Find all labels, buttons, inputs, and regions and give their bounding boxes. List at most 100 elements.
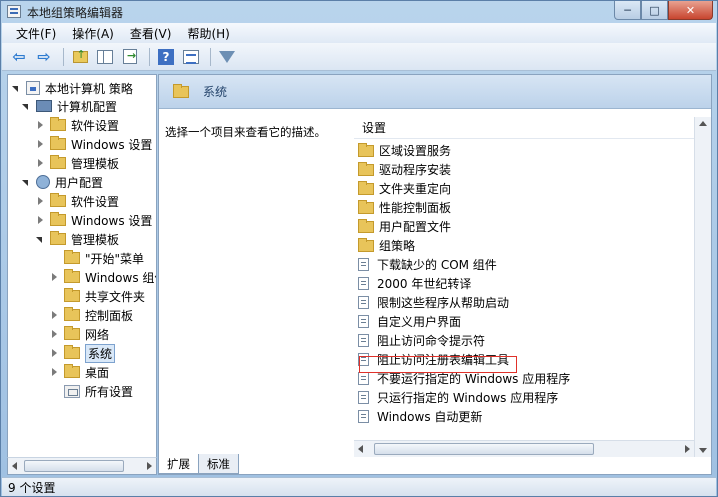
toolbar-separator [149, 47, 150, 66]
tree-item-network[interactable]: 网络 [50, 325, 109, 343]
tree-item-admin-templates[interactable]: 管理模板 [36, 154, 119, 172]
scroll-left-icon[interactable] [12, 462, 17, 470]
list-item-driver-install[interactable]: 驱动程序安装 [358, 160, 451, 179]
menu-help[interactable]: 帮助(H) [179, 25, 237, 42]
list-item-com-components[interactable]: 下载缺少的 COM 组件 [358, 255, 497, 274]
forward-button[interactable]: ⇨ [33, 47, 55, 67]
tree-item-user-config[interactable]: 用户配置 [22, 173, 103, 191]
tree-item-system[interactable]: 系统 [50, 343, 116, 363]
title-bar[interactable]: 本地组策略编辑器 ─ □ ✕ [1, 1, 717, 23]
list-item-performance-panel[interactable]: 性能控制面板 [358, 198, 451, 217]
expand-icon[interactable] [50, 367, 59, 377]
back-button[interactable]: ⇦ [8, 47, 30, 67]
collapse-icon[interactable] [12, 84, 21, 93]
tree-item-shared-folders[interactable]: 共享文件夹 [50, 287, 145, 305]
collapse-icon[interactable] [22, 178, 31, 187]
menu-file[interactable]: 文件(F) [8, 25, 64, 42]
tree-item-label: "开始"菜单 [85, 251, 145, 266]
expand-icon[interactable] [50, 272, 59, 282]
menu-view[interactable]: 查看(V) [122, 25, 180, 42]
toolbar-separator [210, 47, 211, 66]
setting-icon [358, 410, 369, 423]
tree-item-windows-settings[interactable]: Windows 设置 [36, 135, 152, 153]
close-button[interactable]: ✕ [668, 1, 713, 20]
folder-icon [358, 237, 374, 252]
tree-item-desktop[interactable]: 桌面 [50, 363, 109, 381]
tree-item-label: Windows 设置 [71, 137, 153, 152]
tree-item-software-settings[interactable]: 软件设置 [36, 116, 119, 134]
column-header-setting[interactable]: 设置 [354, 117, 694, 139]
scroll-right-icon[interactable] [147, 462, 152, 470]
help-button[interactable]: ? [155, 47, 177, 67]
scroll-left-icon[interactable] [358, 445, 363, 453]
list-item-label: 阻止访问命令提示符 [377, 334, 486, 348]
collapse-icon[interactable] [22, 102, 31, 111]
tree-item-user-windows-settings[interactable]: Windows 设置 [36, 211, 152, 229]
tree-item-user-admin-templates[interactable]: 管理模板 [36, 230, 119, 248]
expand-icon[interactable] [50, 348, 59, 358]
setting-icon [358, 372, 369, 385]
list-item-folder-redirection[interactable]: 文件夹重定向 [358, 179, 451, 198]
expand-icon[interactable] [36, 215, 45, 225]
list-item-century-interpretation[interactable]: 2000 年世纪转译 [358, 274, 471, 293]
list-item-label: 下载缺少的 COM 组件 [377, 258, 497, 272]
tree-item-label: Windows 设置 [71, 213, 153, 228]
tree-item-windows-components[interactable]: Windows 组件 [50, 268, 156, 286]
tree-item-all-settings[interactable]: 所有设置 [50, 382, 133, 400]
properties-button[interactable] [180, 47, 202, 67]
details-vertical-scrollbar[interactable] [694, 117, 711, 457]
list-item-group-policy[interactable]: 组策略 [358, 236, 415, 255]
expand-icon[interactable] [36, 196, 45, 206]
collapse-icon[interactable] [36, 235, 45, 244]
list-item-label: 用户配置文件 [379, 220, 452, 234]
list-item-block-cmd[interactable]: 阻止访问命令提示符 [358, 331, 485, 350]
list-item-label: 限制这些程序从帮助启动 [377, 296, 510, 310]
setting-icon [358, 296, 369, 309]
tree-item-local-policy[interactable]: 本地计算机 策略 [12, 79, 133, 97]
folder-icon [64, 288, 80, 302]
expand-icon[interactable] [36, 120, 45, 130]
tree-item-label: 控制面板 [85, 308, 134, 323]
list-item-locale-services[interactable]: 区域设置服务 [358, 141, 451, 160]
close-icon: ✕ [685, 3, 696, 17]
expand-icon[interactable] [50, 329, 59, 339]
tree-item-user-software-settings[interactable]: 软件设置 [36, 192, 119, 210]
setting-icon [358, 334, 369, 347]
scroll-right-icon[interactable] [685, 445, 690, 453]
list-item-run-only-apps[interactable]: 只运行指定的 Windows 应用程序 [358, 388, 558, 407]
list-item-restrict-help-programs[interactable]: 限制这些程序从帮助启动 [358, 293, 509, 312]
scroll-down-icon[interactable] [699, 448, 707, 453]
tab-standard[interactable]: 标准 [198, 454, 239, 474]
filter-button[interactable] [216, 47, 238, 67]
setting-icon [358, 315, 369, 328]
expand-icon[interactable] [36, 158, 45, 168]
list-item-custom-ui[interactable]: 自定义用户界面 [358, 312, 461, 331]
minimize-button[interactable]: ─ [614, 1, 641, 20]
folder-icon [50, 212, 66, 226]
filter-icon [219, 50, 235, 63]
tree-item-label: 软件设置 [71, 118, 120, 133]
folder-icon [64, 307, 80, 321]
up-level-button[interactable] [69, 47, 91, 67]
expand-icon[interactable] [36, 139, 45, 149]
show-hide-tree-button[interactable] [94, 47, 116, 67]
scroll-thumb[interactable] [24, 460, 124, 472]
export-list-button[interactable] [119, 47, 141, 67]
console-tree: 本地计算机 策略 计算机配置 软件设置 Windows 设置 管理模板 用户配置 [7, 74, 157, 475]
tree-item-start-menu[interactable]: "开始"菜单 [50, 249, 144, 267]
list-item-auto-update[interactable]: Windows 自动更新 [358, 407, 482, 426]
maximize-button[interactable]: □ [641, 1, 668, 20]
details-horizontal-scrollbar[interactable] [354, 440, 694, 457]
list-item-label: 文件夹重定向 [379, 182, 452, 196]
tree-horizontal-scrollbar[interactable] [7, 457, 157, 475]
status-bar: 9 个设置 [2, 477, 716, 496]
list-item-user-profiles[interactable]: 用户配置文件 [358, 217, 451, 236]
menu-action[interactable]: 操作(A) [64, 25, 122, 42]
tab-extended[interactable]: 扩展 [158, 454, 199, 474]
tree-item-computer-config[interactable]: 计算机配置 [22, 97, 117, 115]
tree-item-control-panel[interactable]: 控制面板 [50, 306, 133, 324]
scroll-up-icon[interactable] [699, 121, 707, 126]
folder-icon [50, 193, 66, 207]
expand-icon[interactable] [50, 310, 59, 320]
scroll-thumb[interactable] [374, 443, 594, 455]
